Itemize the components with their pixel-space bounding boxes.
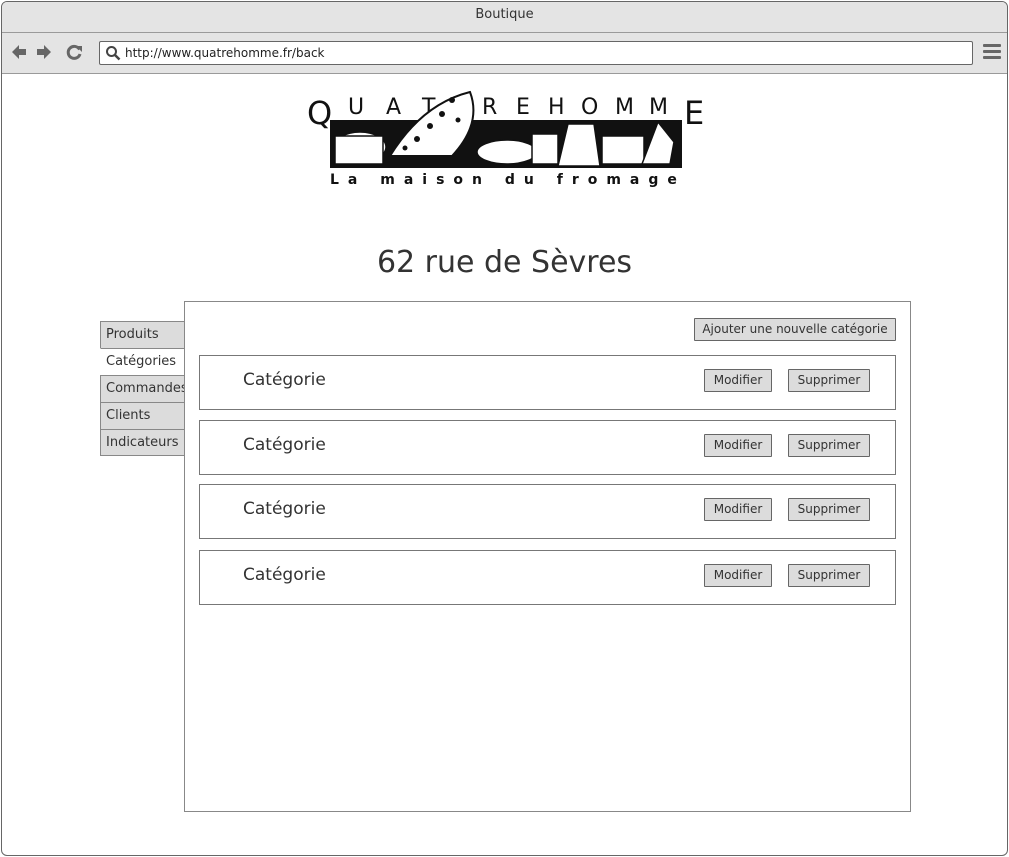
tab-categories[interactable]: Catégories: [100, 348, 186, 375]
svg-text:Q: Q: [307, 94, 332, 132]
tab-indicateurs[interactable]: Indicateurs: [100, 429, 186, 456]
modify-button[interactable]: Modifier: [704, 434, 772, 457]
svg-text:O: O: [581, 95, 598, 120]
category-name: Catégorie: [243, 499, 326, 519]
page-heading: 62 rue de Sèvres: [376, 245, 633, 280]
reload-icon[interactable]: [63, 41, 85, 63]
svg-text:M: M: [649, 95, 668, 120]
modify-button[interactable]: Modifier: [704, 498, 772, 521]
url-text: http://www.quatrehomme.fr/back: [125, 46, 325, 60]
add-category-button[interactable]: Ajouter une nouvelle catégorie: [694, 318, 896, 341]
back-arrow-icon[interactable]: [8, 41, 30, 63]
search-icon: [105, 45, 121, 61]
categories-panel: Ajouter une nouvelle catégorie Catégorie…: [184, 301, 911, 812]
delete-button[interactable]: Supprimer: [788, 369, 870, 392]
category-row: Catégorie Modifier Supprimer: [199, 355, 896, 410]
modify-button[interactable]: Modifier: [704, 369, 772, 392]
hamburger-menu-icon[interactable]: [983, 44, 1001, 60]
window-titlebar: Boutique: [2, 2, 1007, 33]
svg-text:R: R: [482, 95, 497, 120]
tab-produits[interactable]: Produits: [100, 321, 186, 348]
category-name: Catégorie: [243, 565, 326, 585]
svg-text:H: H: [548, 95, 565, 120]
svg-text:E: E: [516, 95, 530, 120]
category-row: Catégorie Modifier Supprimer: [199, 420, 896, 475]
tab-clients[interactable]: Clients: [100, 402, 186, 429]
svg-text:U: U: [348, 95, 364, 120]
category-name: Catégorie: [243, 370, 326, 390]
browser-window: Boutique http://www.quatrehomme.fr/back: [1, 1, 1008, 856]
logo-tagline: La maison du fromage: [330, 172, 686, 188]
delete-button[interactable]: Supprimer: [788, 564, 870, 587]
tab-commandes[interactable]: Commandes: [100, 375, 188, 402]
modify-button[interactable]: Modifier: [704, 564, 772, 587]
quatrehomme-logo: Q U A T R E H O M M E La maison du froma…: [302, 84, 712, 190]
sidebar-tabs: Produits Catégories Commandes Clients In…: [100, 321, 188, 456]
svg-text:E: E: [684, 94, 704, 132]
svg-text:A: A: [386, 95, 401, 120]
category-name: Catégorie: [243, 435, 326, 455]
browser-toolbar: http://www.quatrehomme.fr/back: [2, 33, 1007, 74]
svg-text:M: M: [615, 95, 634, 120]
forward-arrow-icon[interactable]: [33, 41, 55, 63]
delete-button[interactable]: Supprimer: [788, 434, 870, 457]
window-title: Boutique: [475, 7, 534, 22]
category-row: Catégorie Modifier Supprimer: [199, 484, 896, 539]
delete-button[interactable]: Supprimer: [788, 498, 870, 521]
category-row: Catégorie Modifier Supprimer: [199, 550, 896, 605]
address-bar[interactable]: http://www.quatrehomme.fr/back: [99, 41, 973, 65]
